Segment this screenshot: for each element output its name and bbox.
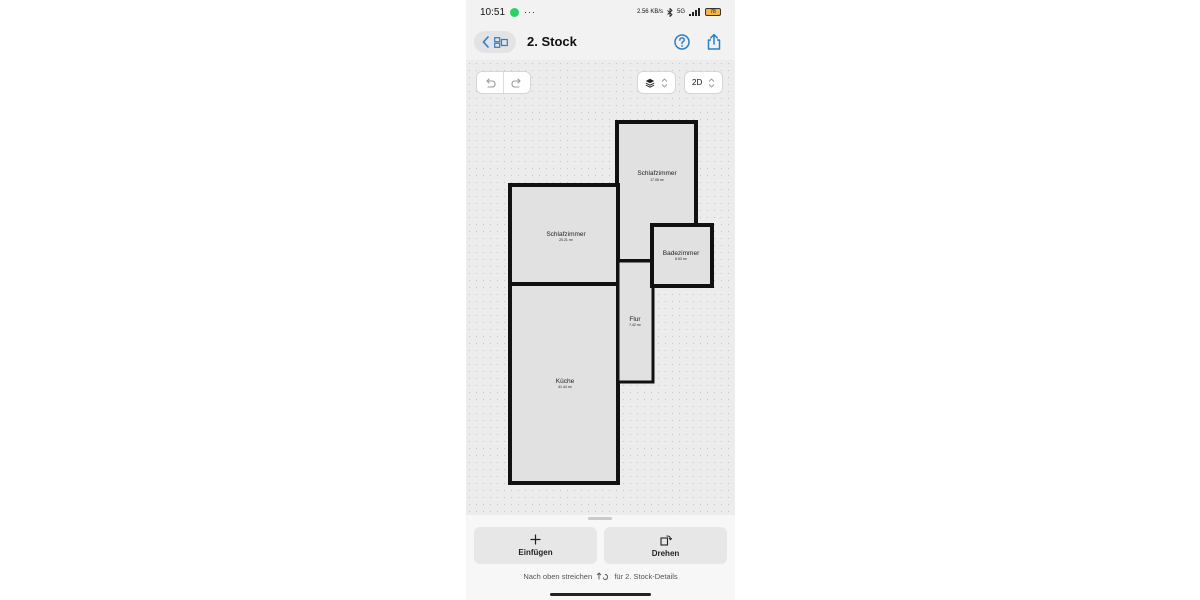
insert-button[interactable]: Einfügen [474, 527, 597, 564]
back-button[interactable] [474, 31, 516, 53]
phone-screen: 10:51 ··· 2.56 KB/s 5G 78 2. Stock 2D Sc… [466, 0, 735, 600]
sheet-drag-handle[interactable] [588, 517, 612, 520]
status-right: 2.56 KB/s 5G 78 [636, 7, 721, 17]
page-title: 2. Stock [527, 34, 577, 49]
hint-prefix: Nach oben streichen [523, 572, 593, 581]
room-label: Schlafzimmer [546, 231, 586, 238]
rotate-label: Drehen [651, 548, 680, 558]
room-area: 6.53 m² [675, 257, 688, 261]
room-area: 17.05 m² [650, 178, 665, 182]
room-area: 7.42 m² [629, 323, 642, 327]
room-label: Badezimmer [663, 250, 700, 257]
floor-plan-canvas[interactable]: 2D Schlafzimmer 17.05 m² Schlafzimmer 20… [466, 60, 735, 515]
hint-suffix: für 2. Stock-Details [614, 572, 678, 581]
status-bar: 10:51 ··· 2.56 KB/s 5G 78 [466, 0, 735, 24]
question-circle-icon[interactable] [673, 33, 691, 51]
room-label: Küche [556, 378, 575, 385]
whatsapp-icon [510, 7, 520, 17]
floor-plan: Schlafzimmer 17.05 m² Schlafzimmer 20.21… [508, 120, 714, 485]
rotate-icon [659, 534, 672, 546]
bottom-sheet[interactable]: Einfügen Drehen Nach oben streichen für … [466, 515, 735, 600]
share-icon[interactable] [705, 33, 723, 51]
swipe-up-icon [596, 572, 609, 580]
chevron-left-icon [482, 36, 489, 48]
plus-icon [530, 534, 541, 545]
bluetooth-icon [667, 7, 673, 17]
floors-icon [494, 36, 508, 48]
rotate-button[interactable]: Drehen [604, 527, 727, 564]
net-speed: 2.56 KB/s [636, 9, 663, 15]
network-type: 5G [676, 9, 685, 15]
app-header: 2. Stock [466, 24, 735, 60]
room-area: 20.21 m² [559, 238, 574, 242]
signal-icon [689, 8, 700, 16]
home-indicator[interactable] [550, 593, 651, 596]
room-label: Schlafzimmer [637, 170, 677, 177]
status-overflow: ··· [524, 7, 537, 17]
room-label: Flur [629, 316, 641, 323]
room-area: 41.44 m² [558, 385, 573, 389]
insert-label: Einfügen [518, 548, 553, 557]
battery-icon: 78 [705, 8, 721, 16]
status-time: 10:51 [480, 6, 506, 18]
swipe-hint: Nach oben streichen für 2. Stock-Details [466, 572, 735, 581]
